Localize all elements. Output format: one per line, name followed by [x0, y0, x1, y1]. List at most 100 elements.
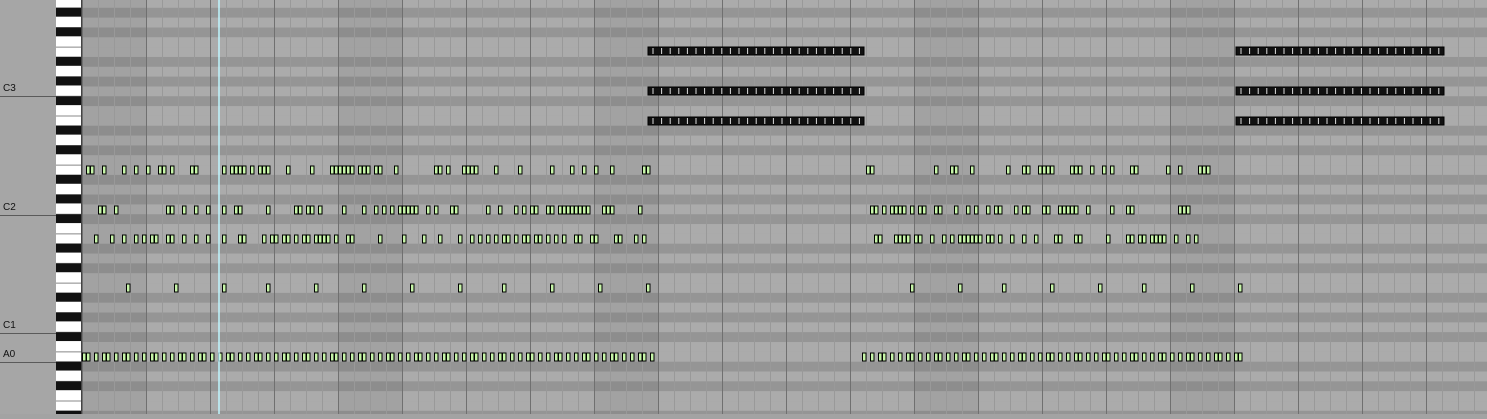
midi-note[interactable]	[415, 353, 419, 361]
midi-note[interactable]	[123, 353, 127, 361]
midi-note[interactable]	[583, 166, 587, 174]
midi-note[interactable]	[1011, 353, 1015, 361]
black-key[interactable]	[56, 332, 81, 341]
midi-note[interactable]	[267, 284, 271, 292]
midi-note[interactable]	[475, 166, 479, 174]
midi-note[interactable]	[1135, 353, 1139, 361]
midi-note[interactable]	[239, 235, 243, 243]
midi-note[interactable]	[559, 353, 563, 361]
midi-note[interactable]	[451, 206, 455, 214]
midi-note[interactable]	[551, 284, 555, 292]
midi-note[interactable]	[147, 166, 151, 174]
midi-note[interactable]	[915, 235, 919, 243]
note-grid-canvas[interactable]	[82, 0, 1487, 414]
midi-note[interactable]	[1183, 206, 1187, 214]
midi-note[interactable]	[1191, 353, 1195, 361]
midi-note[interactable]	[1067, 206, 1071, 214]
midi-note[interactable]	[287, 235, 291, 243]
midi-note[interactable]	[1039, 166, 1043, 174]
midi-note[interactable]	[995, 206, 999, 214]
midi-note[interactable]	[1027, 206, 1031, 214]
midi-note[interactable]	[999, 206, 1003, 214]
black-key[interactable]	[56, 214, 81, 223]
midi-note[interactable]	[523, 235, 527, 243]
midi-note[interactable]	[1095, 353, 1099, 361]
midi-note[interactable]	[495, 166, 499, 174]
black-key[interactable]	[56, 362, 81, 371]
black-key[interactable]	[56, 175, 81, 184]
midi-note[interactable]	[535, 206, 539, 214]
midi-note[interactable]	[375, 206, 379, 214]
midi-note[interactable]	[595, 166, 599, 174]
midi-note[interactable]	[183, 235, 187, 243]
note-grid[interactable]	[82, 0, 1487, 414]
midi-note[interactable]	[1043, 166, 1047, 174]
midi-note[interactable]	[559, 206, 563, 214]
midi-note[interactable]	[1179, 353, 1183, 361]
midi-note[interactable]	[267, 353, 271, 361]
midi-note[interactable]	[1059, 353, 1063, 361]
midi-note[interactable]	[211, 353, 215, 361]
midi-note[interactable]	[143, 235, 147, 243]
midi-note[interactable]	[407, 353, 411, 361]
midi-note[interactable]	[1051, 166, 1055, 174]
midi-note[interactable]	[483, 353, 487, 361]
midi-note[interactable]	[1055, 235, 1059, 243]
midi-note[interactable]	[127, 284, 131, 292]
midi-note[interactable]	[1151, 353, 1155, 361]
midi-note[interactable]	[1175, 235, 1179, 243]
midi-note[interactable]	[191, 353, 195, 361]
midi-note[interactable]	[643, 235, 647, 243]
midi-note[interactable]	[315, 284, 319, 292]
midi-note[interactable]	[551, 206, 555, 214]
midi-note[interactable]	[1059, 235, 1063, 243]
midi-note[interactable]	[639, 353, 643, 361]
midi-note[interactable]	[1191, 284, 1195, 292]
midi-note[interactable]	[315, 235, 319, 243]
midi-note[interactable]	[1131, 166, 1135, 174]
midi-note[interactable]	[251, 166, 255, 174]
midi-note[interactable]	[1035, 235, 1039, 243]
midi-note[interactable]	[171, 235, 175, 243]
midi-note[interactable]	[351, 235, 355, 243]
midi-note[interactable]	[935, 353, 939, 361]
midi-note[interactable]	[955, 166, 959, 174]
midi-note[interactable]	[375, 166, 379, 174]
midi-note[interactable]	[275, 353, 279, 361]
midi-note[interactable]	[263, 166, 267, 174]
midi-note[interactable]	[391, 206, 395, 214]
midi-note[interactable]	[563, 235, 567, 243]
midi-note[interactable]	[331, 353, 335, 361]
midi-note[interactable]	[1219, 353, 1223, 361]
midi-note[interactable]	[975, 353, 979, 361]
midi-note[interactable]	[95, 235, 99, 243]
midi-note[interactable]	[111, 235, 115, 243]
midi-note[interactable]	[1047, 353, 1051, 361]
midi-note[interactable]	[499, 206, 503, 214]
midi-note[interactable]	[1131, 353, 1135, 361]
midi-note[interactable]	[107, 353, 111, 361]
midi-note[interactable]	[331, 166, 335, 174]
midi-note[interactable]	[455, 206, 459, 214]
midi-note[interactable]	[531, 353, 535, 361]
midi-note[interactable]	[591, 235, 595, 243]
midi-note[interactable]	[123, 235, 127, 243]
midi-note[interactable]	[171, 206, 175, 214]
midi-note[interactable]	[587, 206, 591, 214]
midi-note[interactable]	[911, 353, 915, 361]
midi-note[interactable]	[1103, 353, 1107, 361]
midi-note[interactable]	[1003, 353, 1007, 361]
midi-note[interactable]	[495, 235, 499, 243]
midi-note[interactable]	[1187, 353, 1191, 361]
midi-note[interactable]	[227, 353, 231, 361]
midi-note[interactable]	[651, 353, 655, 361]
midi-note[interactable]	[595, 235, 599, 243]
midi-note[interactable]	[195, 166, 199, 174]
midi-note[interactable]	[899, 235, 903, 243]
midi-note[interactable]	[1239, 353, 1243, 361]
midi-note[interactable]	[287, 353, 291, 361]
midi-note[interactable]	[427, 206, 431, 214]
midi-note[interactable]	[1051, 353, 1055, 361]
midi-note[interactable]	[135, 353, 139, 361]
midi-note[interactable]	[1123, 353, 1127, 361]
